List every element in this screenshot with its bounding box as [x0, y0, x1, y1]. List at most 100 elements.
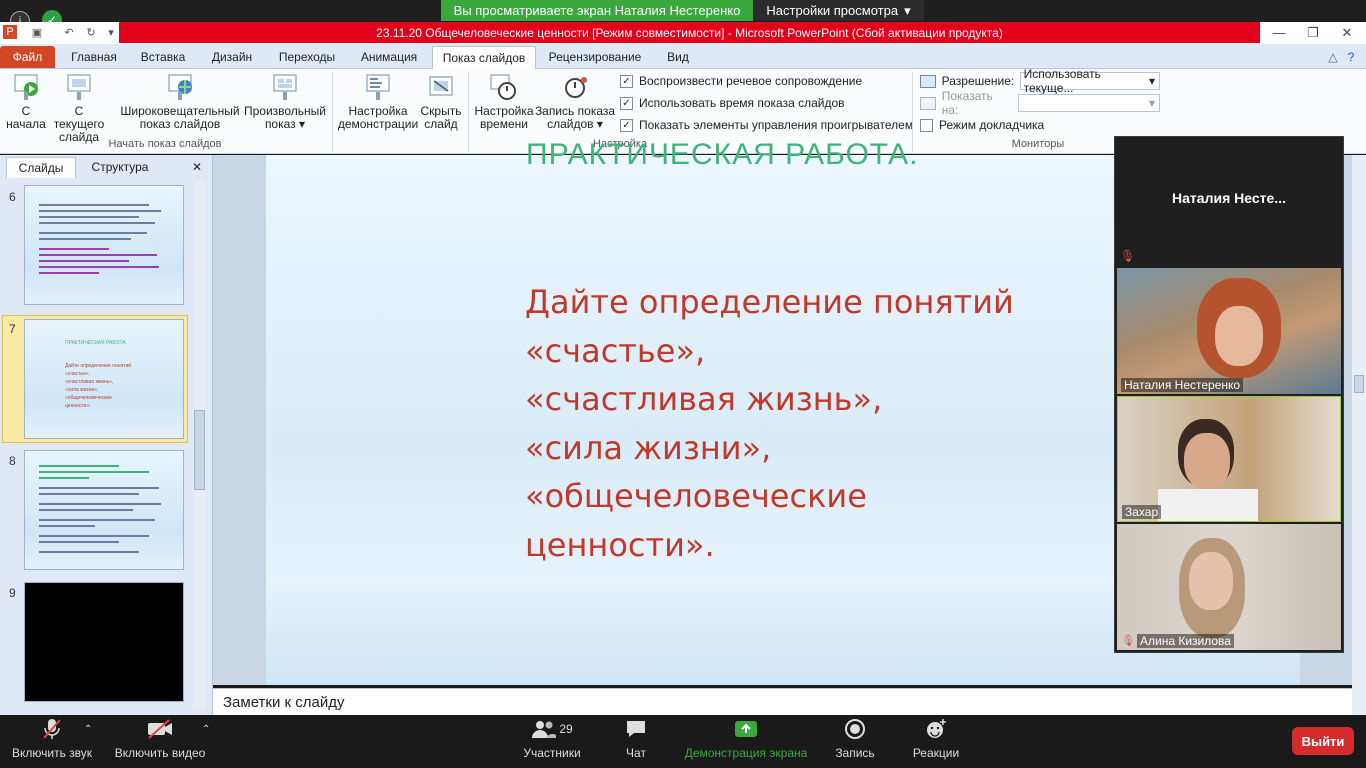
slide-heading[interactable]: ПРАКТИЧЕСКАЯ РАБОТА.: [526, 138, 918, 168]
tab-slides[interactable]: Слайды: [6, 157, 76, 178]
chevron-up-icon[interactable]: ⌃: [202, 724, 210, 735]
ribbon-separator: [468, 72, 469, 152]
participants-button[interactable]: 29 Участники: [518, 718, 586, 760]
media-controls-checkbox[interactable]: ✓: [620, 118, 633, 132]
view-options-button[interactable]: Настройки просмотра ▾: [753, 0, 924, 21]
slide-number: 7: [9, 322, 16, 336]
media-controls-checkbox-row[interactable]: ✓ Показать элементы управления проигрыва…: [620, 116, 920, 134]
slide-number: 9: [9, 586, 16, 600]
reactions-icon: [923, 718, 949, 740]
tab-review[interactable]: Рецензирование: [542, 46, 648, 68]
window-title: 23.11.20 Общечеловеческие ценности [Режи…: [119, 22, 1260, 43]
hide-slide-label: Скрыть слайд: [420, 104, 462, 131]
undo-icon[interactable]: ↶: [62, 25, 76, 39]
custom-show-button[interactable]: Произвольный показ ▾: [242, 72, 328, 131]
collapse-ribbon-icon[interactable]: △: [1324, 46, 1342, 68]
rehearse-timings-button[interactable]: Настройка времени: [472, 72, 536, 131]
participant-name: Захар: [1122, 505, 1162, 519]
redo-icon[interactable]: ↻: [84, 25, 98, 39]
participant-video-tile[interactable]: Алина Кизилова 🎙: [1117, 524, 1341, 650]
view-options-label: Настройки просмотра: [766, 3, 899, 18]
play-slide-icon: [14, 74, 38, 100]
tab-animations[interactable]: Анимация: [352, 46, 426, 68]
share-screen-label: Демонстрация экрана: [684, 746, 808, 760]
group-start-label: Начать показ слайдов: [108, 138, 222, 150]
muted-mic-icon: 🎙: [1120, 249, 1136, 263]
restore-button[interactable]: ❐: [1296, 22, 1330, 43]
tab-outline[interactable]: Структура: [80, 157, 160, 177]
slides-pane-scrollbar[interactable]: [193, 180, 206, 710]
unmute-button[interactable]: Включить звук: [8, 718, 96, 760]
leave-button[interactable]: Выйти: [1292, 727, 1354, 755]
broadcast-button[interactable]: Широковещательный показ слайдов: [120, 72, 240, 131]
minimize-button[interactable]: —: [1262, 22, 1296, 43]
tab-insert[interactable]: Вставка: [133, 46, 193, 68]
presenter-view-row[interactable]: Режим докладчика: [920, 116, 1160, 134]
chevron-up-icon[interactable]: ⌃: [84, 724, 92, 735]
from-current-button[interactable]: С текущего слайда: [48, 72, 110, 144]
reactions-label: Реакции: [912, 746, 960, 760]
slide-number: 8: [9, 454, 16, 468]
participant-video-tile[interactable]: Захар: [1117, 396, 1341, 522]
from-start-button[interactable]: С начала: [6, 72, 46, 131]
tab-home[interactable]: Главная: [64, 46, 124, 68]
video-off-icon: [147, 718, 173, 740]
monitors-group: Разрешение: Использовать текуще... ▾ Пока…: [920, 67, 1161, 134]
slide-body-text[interactable]: Дайте определение понятий «счастье», «сч…: [525, 278, 1085, 569]
share-banner: Вы просматриваете экран Наталия Нестерен…: [441, 0, 753, 21]
chat-icon: [623, 718, 649, 740]
slide-thumbnail-7[interactable]: ПРАКТИЧЕСКАЯ РАБОТА Дайте определение по…: [24, 319, 184, 439]
tab-design[interactable]: Дизайн: [203, 46, 261, 68]
muted-mic-icon: 🎙: [1121, 635, 1135, 647]
hide-slide-button[interactable]: Скрыть слайд: [418, 72, 464, 131]
help-icon[interactable]: ?: [1342, 46, 1360, 68]
record-button[interactable]: Запись: [828, 718, 882, 760]
record-show-button[interactable]: Запись показа слайдов ▾: [534, 72, 616, 131]
slide-thumbnail-6[interactable]: [24, 185, 184, 305]
start-video-label: Включить видео: [114, 746, 206, 760]
custom-show-label: Произвольный показ ▾: [243, 104, 327, 131]
setup-slideshow-icon: [366, 74, 390, 100]
setup-show-button[interactable]: Настройка демонстрации: [336, 72, 420, 131]
save-icon[interactable]: ▣: [30, 25, 44, 39]
reactions-button[interactable]: Реакции: [906, 718, 966, 760]
scrollbar-thumb[interactable]: [194, 410, 205, 490]
start-video-button[interactable]: Включить видео: [112, 718, 208, 760]
slide-scrollbar[interactable]: [1352, 155, 1366, 715]
slide-thumbnail-9[interactable]: [24, 582, 184, 702]
timings-label: Использовать время показа слайдов: [639, 96, 845, 110]
video-feed: [1158, 489, 1258, 521]
tab-view[interactable]: Вид: [660, 46, 696, 68]
resolution-select[interactable]: Использовать текуще... ▾: [1019, 67, 1160, 95]
narration-checkbox[interactable]: ✓: [620, 74, 633, 88]
current-slide-icon: [67, 74, 91, 100]
timings-checkbox[interactable]: ✓: [620, 96, 633, 110]
timings-checkbox-row[interactable]: ✓ Использовать время показа слайдов: [620, 94, 920, 112]
show-on-select[interactable]: ▾: [1018, 94, 1161, 112]
record-timer-icon: [565, 77, 587, 98]
ribbon-separator: [332, 72, 333, 152]
scrollbar-thumb[interactable]: [1354, 375, 1364, 393]
participant-name: Наталия Нестеренко: [1121, 378, 1244, 392]
record-icon: [842, 718, 868, 740]
narration-checkbox-row[interactable]: ✓ Воспроизвести речевое сопровождение: [620, 72, 920, 90]
thumb-body: Дайте определение понятий «счастье», «сч…: [65, 363, 132, 409]
customize-quick-access-icon[interactable]: ▾: [104, 25, 118, 39]
unmute-label: Включить звук: [11, 746, 93, 760]
presenter-view-checkbox[interactable]: [920, 118, 933, 132]
tab-slideshow[interactable]: Показ слайдов: [432, 46, 536, 69]
close-button[interactable]: ✕: [1330, 22, 1364, 43]
share-screen-button[interactable]: Демонстрация экрана: [680, 718, 812, 760]
tab-transitions[interactable]: Переходы: [270, 46, 344, 68]
close-pane-icon[interactable]: ✕: [188, 157, 206, 177]
tab-file[interactable]: Файл: [0, 46, 55, 68]
chat-label: Чат: [626, 746, 646, 760]
notes-field[interactable]: Заметки к слайду: [213, 688, 1353, 715]
resolution-row: Разрешение: Использовать текуще... ▾: [920, 67, 1160, 95]
slide-thumbnail-8[interactable]: [24, 450, 184, 570]
participant-video-tile[interactable]: Наталия Нестеренко: [1117, 268, 1341, 394]
video-feed: [1184, 433, 1230, 489]
muted-mic-icon: [39, 718, 65, 740]
thumb-title: ПРАКТИЧЕСКАЯ РАБОТА: [65, 340, 126, 346]
chat-button[interactable]: Чат: [612, 718, 660, 760]
